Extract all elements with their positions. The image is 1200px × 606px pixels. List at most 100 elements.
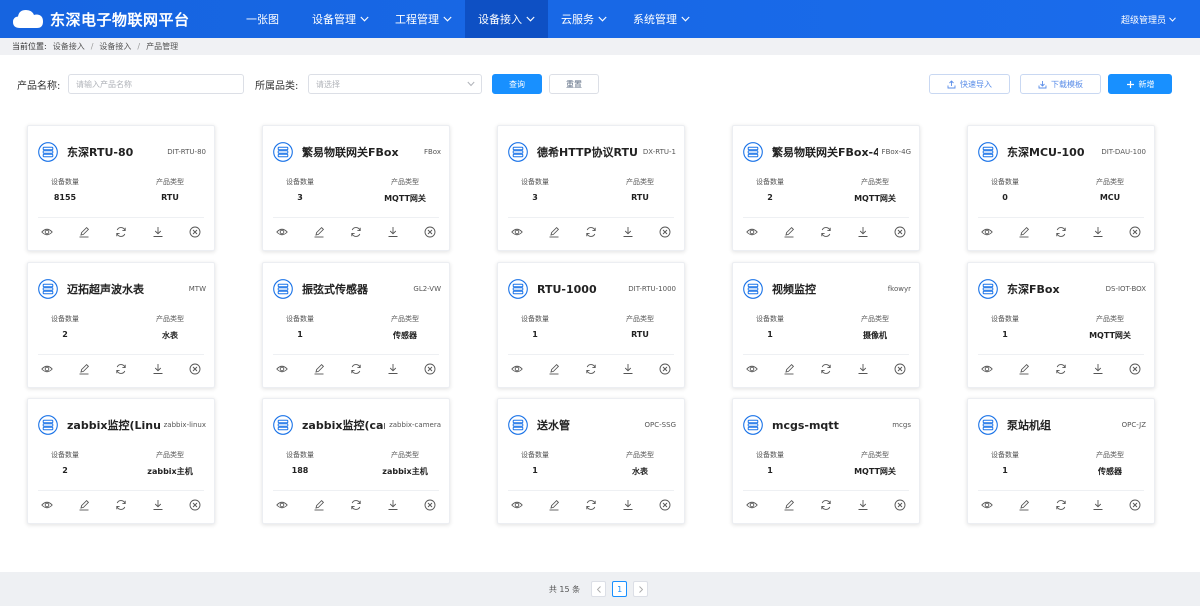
breadcrumb-item[interactable]: 设备接入: [99, 41, 131, 52]
edit-icon[interactable]: [782, 225, 796, 239]
download-icon[interactable]: [621, 498, 635, 512]
view-icon[interactable]: [980, 362, 994, 376]
refresh-icon[interactable]: [114, 498, 128, 512]
edit-icon[interactable]: [77, 498, 91, 512]
download-icon[interactable]: [856, 362, 870, 376]
edit-icon[interactable]: [1017, 225, 1031, 239]
product-card[interactable]: zabbix监控(cam… zabbix-camera 设备数量 产品类型 188 zab…: [262, 398, 450, 524]
product-card[interactable]: 繁易物联网关FBox FBox 设备数量 产品类型 3 MQTT网关: [262, 125, 450, 251]
download-icon[interactable]: [621, 225, 635, 239]
nav-item[interactable]: 云服务: [548, 0, 620, 38]
product-card[interactable]: 东深FBox DS-IOT-BOX 设备数量 产品类型 1 MQTT网关: [967, 262, 1155, 388]
delete-icon[interactable]: [423, 498, 437, 512]
query-button[interactable]: 查询: [492, 74, 542, 94]
delete-icon[interactable]: [658, 362, 672, 376]
refresh-icon[interactable]: [819, 362, 833, 376]
refresh-icon[interactable]: [349, 362, 363, 376]
view-icon[interactable]: [745, 225, 759, 239]
edit-icon[interactable]: [77, 362, 91, 376]
quick-import-button[interactable]: 快速导入: [929, 74, 1010, 94]
download-icon[interactable]: [386, 225, 400, 239]
edit-icon[interactable]: [782, 498, 796, 512]
prev-page-button[interactable]: [591, 581, 607, 597]
refresh-icon[interactable]: [819, 225, 833, 239]
view-icon[interactable]: [40, 225, 54, 239]
next-page-button[interactable]: [633, 581, 649, 597]
nav-item[interactable]: 工程管理: [382, 0, 465, 38]
download-icon[interactable]: [856, 225, 870, 239]
view-icon[interactable]: [745, 498, 759, 512]
refresh-icon[interactable]: [584, 225, 598, 239]
reset-button[interactable]: 重置: [549, 74, 599, 94]
product-card[interactable]: mcgs-mqtt mcgs 设备数量 产品类型 1 MQTT网关: [732, 398, 920, 524]
view-icon[interactable]: [40, 362, 54, 376]
view-icon[interactable]: [275, 225, 289, 239]
edit-icon[interactable]: [1017, 498, 1031, 512]
edit-icon[interactable]: [312, 225, 326, 239]
refresh-icon[interactable]: [114, 362, 128, 376]
product-card[interactable]: 振弦式传感器 GL2-VW 设备数量 产品类型 1 传感器: [262, 262, 450, 388]
refresh-icon[interactable]: [349, 498, 363, 512]
delete-icon[interactable]: [658, 498, 672, 512]
nav-item[interactable]: 系统管理: [620, 0, 703, 38]
view-icon[interactable]: [275, 498, 289, 512]
edit-icon[interactable]: [547, 498, 561, 512]
edit-icon[interactable]: [77, 225, 91, 239]
delete-icon[interactable]: [658, 225, 672, 239]
product-card[interactable]: 东深RTU-80 DIT-RTU-80 设备数量 产品类型 8155 RTU: [27, 125, 215, 251]
delete-icon[interactable]: [423, 362, 437, 376]
refresh-icon[interactable]: [1054, 498, 1068, 512]
product-card[interactable]: RTU-1000 DIT-RTU-1000 设备数量 产品类型 1 RTU: [497, 262, 685, 388]
delete-icon[interactable]: [893, 498, 907, 512]
view-icon[interactable]: [745, 362, 759, 376]
product-card[interactable]: 泵站机组 OPC-JZ 设备数量 产品类型 1 传感器: [967, 398, 1155, 524]
refresh-icon[interactable]: [114, 225, 128, 239]
product-card[interactable]: zabbix监控(Linux)zabbix-linux 设备数量 产品类型 2 zabb…: [27, 398, 215, 524]
refresh-icon[interactable]: [1054, 362, 1068, 376]
category-select[interactable]: 请选择: [308, 74, 482, 94]
view-icon[interactable]: [275, 362, 289, 376]
refresh-icon[interactable]: [819, 498, 833, 512]
edit-icon[interactable]: [547, 225, 561, 239]
delete-icon[interactable]: [1128, 498, 1142, 512]
delete-icon[interactable]: [1128, 362, 1142, 376]
nav-item[interactable]: 一张图: [235, 0, 299, 38]
edit-icon[interactable]: [782, 362, 796, 376]
refresh-icon[interactable]: [584, 498, 598, 512]
product-card[interactable]: 德希HTTP协议RTU DX-RTU-1 设备数量 产品类型 3 RTU: [497, 125, 685, 251]
view-icon[interactable]: [510, 498, 524, 512]
delete-icon[interactable]: [423, 225, 437, 239]
view-icon[interactable]: [980, 498, 994, 512]
download-icon[interactable]: [386, 498, 400, 512]
user-menu[interactable]: 超级管理员: [1121, 0, 1176, 38]
download-icon[interactable]: [386, 362, 400, 376]
nav-item[interactable]: 设备管理: [299, 0, 382, 38]
refresh-icon[interactable]: [584, 362, 598, 376]
delete-icon[interactable]: [188, 225, 202, 239]
product-card[interactable]: 送水管 OPC-SSG 设备数量 产品类型 1 水表: [497, 398, 685, 524]
product-card[interactable]: 迈拓超声波水表 MTW 设备数量 产品类型 2 水表: [27, 262, 215, 388]
page-button-current[interactable]: 1: [612, 581, 628, 597]
view-icon[interactable]: [510, 225, 524, 239]
download-icon[interactable]: [151, 362, 165, 376]
product-name-input[interactable]: 请输入产品名称: [68, 74, 244, 94]
refresh-icon[interactable]: [1054, 225, 1068, 239]
refresh-icon[interactable]: [349, 225, 363, 239]
delete-icon[interactable]: [893, 225, 907, 239]
download-icon[interactable]: [856, 498, 870, 512]
edit-icon[interactable]: [312, 498, 326, 512]
download-template-button[interactable]: 下载模板: [1020, 74, 1101, 94]
edit-icon[interactable]: [1017, 362, 1031, 376]
delete-icon[interactable]: [1128, 225, 1142, 239]
download-icon[interactable]: [1091, 498, 1105, 512]
view-icon[interactable]: [40, 498, 54, 512]
add-button[interactable]: 新增: [1108, 74, 1172, 94]
brand[interactable]: 东深电子物联网平台: [0, 8, 235, 30]
product-card[interactable]: 视频监控 fkowyr 设备数量 产品类型 1 摄像机: [732, 262, 920, 388]
download-icon[interactable]: [1091, 225, 1105, 239]
download-icon[interactable]: [151, 498, 165, 512]
edit-icon[interactable]: [547, 362, 561, 376]
delete-icon[interactable]: [893, 362, 907, 376]
nav-item[interactable]: 设备接入: [465, 0, 548, 38]
delete-icon[interactable]: [188, 362, 202, 376]
